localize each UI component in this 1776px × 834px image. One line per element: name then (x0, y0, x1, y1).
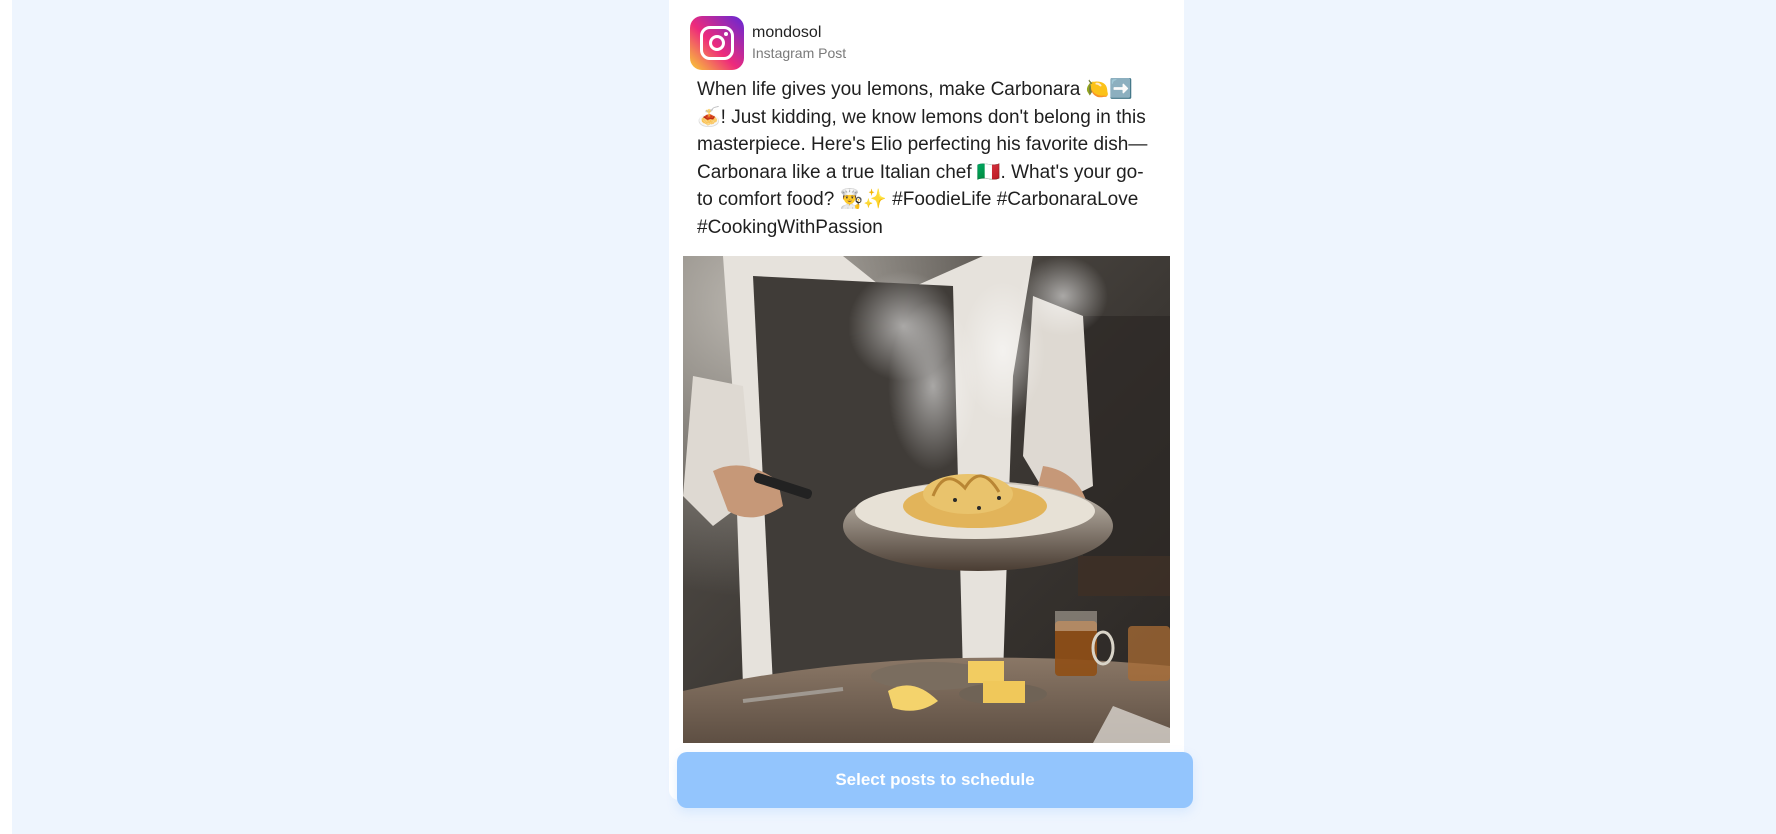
instagram-icon (690, 16, 744, 70)
post-header: mondosol Instagram Post (690, 15, 846, 71)
post-image (683, 256, 1170, 743)
post-type-label: Instagram Post (752, 45, 847, 61)
account-name: mondosol (752, 24, 822, 41)
post-preview-card[interactable]: mondosol Instagram Post When life gives … (669, 0, 1184, 800)
select-posts-to-schedule-button[interactable]: Select posts to schedule (677, 752, 1193, 808)
page-background: mondosol Instagram Post When life gives … (12, 0, 1776, 834)
author-block: mondosol Instagram Post (752, 23, 846, 63)
post-caption: When life gives you lemons, make Carbona… (697, 79, 1151, 238)
